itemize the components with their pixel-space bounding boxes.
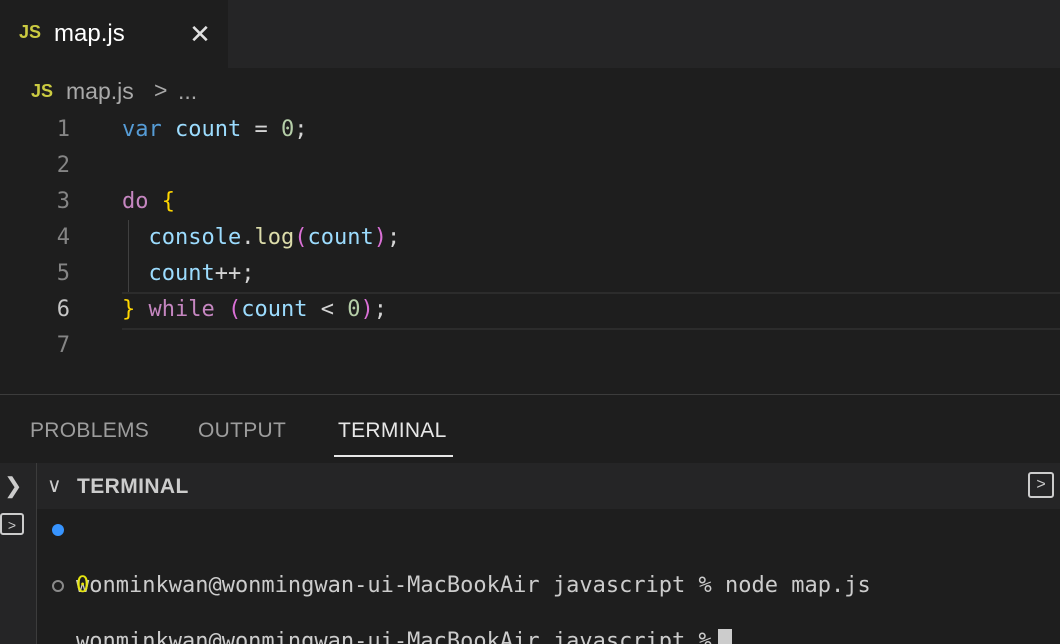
tab-output[interactable]: OUTPUT [198, 419, 286, 443]
terminal-line: wonminkwan@wonmingwan-ui-MacBookAir java… [37, 572, 1037, 644]
terminal-output[interactable]: wonminkwan@wonmingwan-ui-MacBookAir java… [37, 509, 1060, 644]
code-line[interactable]: 1 var count = 0; [0, 112, 1060, 148]
code-text: } while (count < 0); [122, 297, 387, 322]
vscode-window: JS map.js ✕ JS map.js > ... 1 var count … [0, 0, 1060, 644]
javascript-file-icon: JS [31, 81, 54, 101]
javascript-file-icon: JS [19, 22, 42, 42]
tab-terminal[interactable]: TERMINAL [338, 419, 447, 443]
tab-problems[interactable]: PROBLEMS [30, 419, 149, 443]
active-tab-indicator [334, 455, 453, 457]
line-number: 4 [56, 225, 70, 250]
code-line[interactable]: 7 [0, 328, 1060, 364]
code-line-current[interactable]: 6 } while (count < 0); [0, 292, 1060, 330]
terminal-cursor [717, 629, 732, 644]
command-status-dot[interactable] [52, 524, 64, 536]
line-number: 1 [56, 117, 70, 142]
terminal-line: wonminkwan@wonmingwan-ui-MacBookAir java… [37, 516, 1037, 598]
terminal-section-header[interactable]: ∨ TERMINAL > [37, 463, 1060, 509]
terminal-icon[interactable]: > [1028, 472, 1054, 498]
code-line[interactable]: 5 count++; [0, 256, 1060, 292]
chevron-right-icon: > [154, 77, 168, 103]
code-line[interactable]: 2 [0, 148, 1060, 184]
line-number: 7 [56, 333, 70, 358]
terminal-icon[interactable]: > [0, 513, 24, 535]
breadcrumb-more[interactable]: ... [178, 78, 197, 105]
code-line[interactable]: 4 console.log(count); [0, 220, 1060, 256]
code-text: var count = 0; [122, 117, 308, 142]
editor-tab-bar: JS map.js ✕ [0, 0, 1060, 68]
line-number: 2 [56, 153, 70, 178]
code-line[interactable]: 3 do { [0, 184, 1060, 220]
line-number: 5 [56, 261, 70, 286]
command-status-dot [52, 580, 64, 592]
code-editor[interactable]: 1 var count = 0; 2 3 do { 4 console.log(… [0, 112, 1060, 392]
line-number: 6 [56, 297, 70, 322]
chevron-down-icon[interactable]: ∨ [47, 473, 62, 498]
breadcrumb-file[interactable]: map.js [66, 78, 134, 105]
breadcrumb: JS map.js > ... [0, 68, 1060, 114]
chevron-right-icon[interactable]: ❯ [4, 473, 22, 499]
code-text: console.log(count); [148, 225, 401, 250]
panel-tab-bar: PROBLEMS OUTPUT TERMINAL [0, 395, 1060, 463]
terminal-title: TERMINAL [77, 475, 189, 498]
code-text: count++; [148, 261, 255, 286]
terminal-side-strip: ❯ > [0, 463, 37, 644]
tab-map-js[interactable]: JS map.js ✕ [0, 0, 228, 68]
terminal-line: 0 [76, 573, 90, 598]
code-text: do { [122, 189, 175, 214]
line-number: 3 [56, 189, 70, 214]
tab-label: map.js [54, 20, 125, 47]
directory-link[interactable]: javascript [553, 629, 685, 644]
close-icon[interactable]: ✕ [186, 20, 214, 48]
